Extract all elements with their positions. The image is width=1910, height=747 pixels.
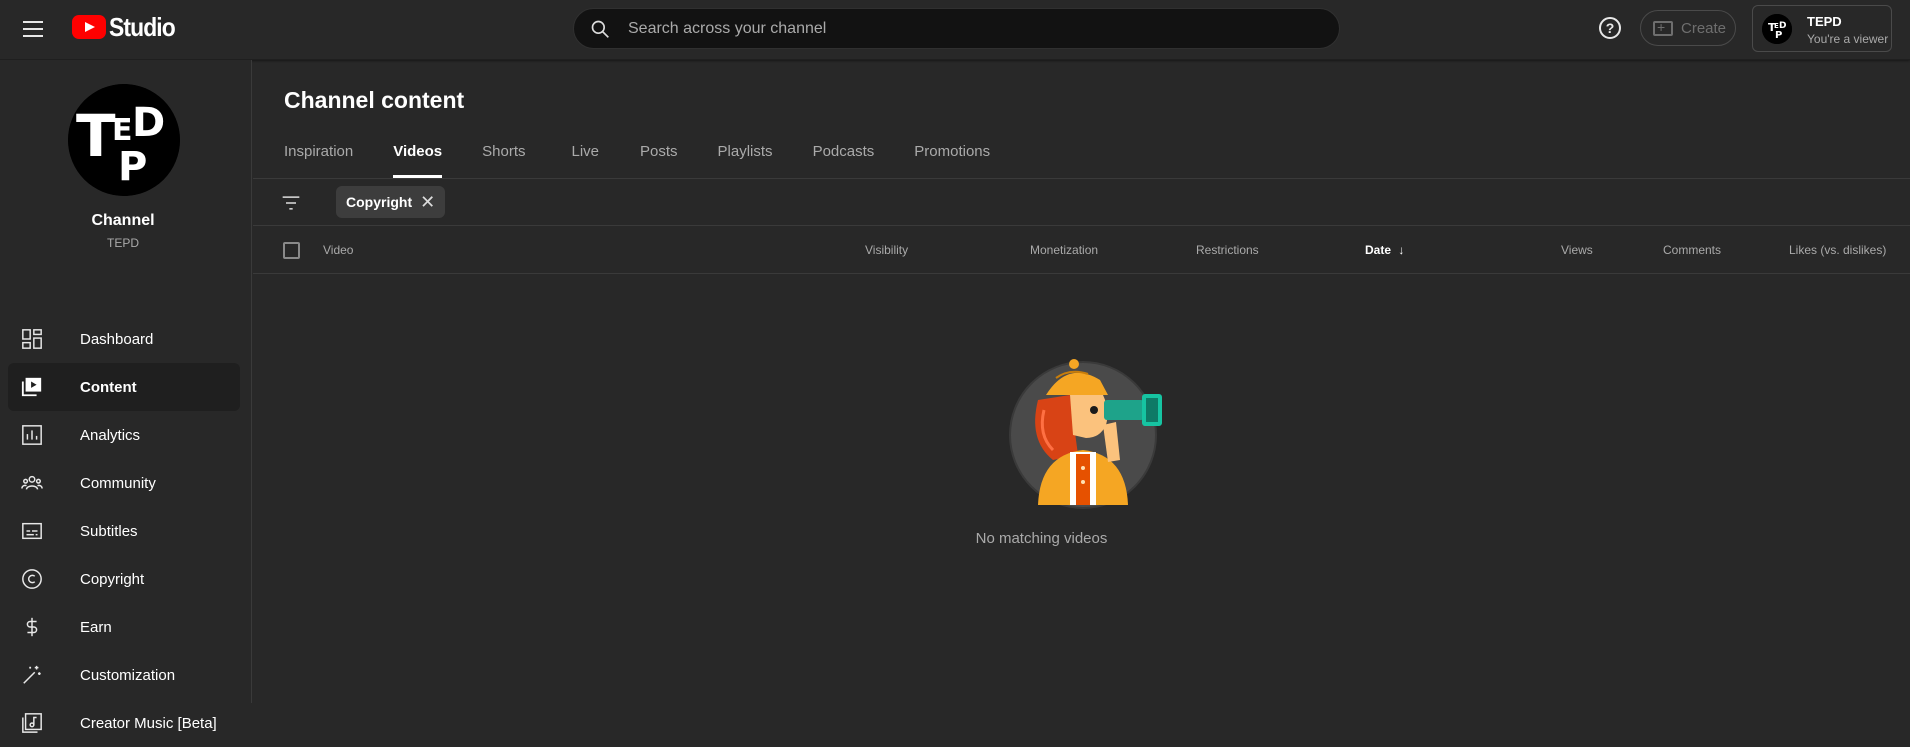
search-icon [591,20,609,38]
column-monetization[interactable]: Monetization [1030,243,1098,257]
sidebar-item-customization[interactable]: Customization [8,651,240,699]
arrow-down-icon: ↓ [1398,243,1405,257]
tab-inspiration[interactable]: Inspiration [284,138,353,178]
column-likes[interactable]: Likes (vs. dislikes) [1789,243,1886,257]
account-name: TEPD [1807,14,1842,29]
copyright-icon [20,567,44,591]
menu-icon[interactable] [22,17,46,41]
detective-illustration [1009,359,1162,509]
sidebar-item-earn[interactable]: Earn [8,603,240,651]
column-date[interactable]: Date ↓ [1365,243,1404,257]
app-title: Studio [109,11,176,42]
close-icon[interactable]: ✕ [420,193,435,211]
studio-logo[interactable]: Studio [72,11,184,42]
sidebar-item-label: Creator Music [Beta] [80,714,217,732]
tab-videos[interactable]: Videos [393,138,442,178]
empty-message: No matching videos [975,530,1108,547]
top-bar: Studio ? Create T E D P TEPD You're a vi… [0,0,1910,60]
youtube-play-icon [72,15,106,39]
filter-icon[interactable] [281,193,301,213]
column-views[interactable]: Views [1561,243,1593,257]
svg-text:D: D [132,100,165,146]
tab-podcasts[interactable]: Podcasts [813,138,875,178]
sidebar-item-subtitles[interactable]: Subtitles [8,507,240,555]
sidebar-item-label: Customization [80,666,176,684]
tab-shorts[interactable]: Shorts [482,138,525,178]
page-title: Channel content [284,87,465,113]
create-button[interactable]: Create [1640,10,1736,46]
search-input[interactable] [628,9,1318,48]
sidebar-item-analytics[interactable]: Analytics [8,411,240,459]
select-all-checkbox[interactable] [283,242,300,259]
sidebar-item-label: Analytics [80,426,141,444]
analytics-icon [20,423,44,447]
channel-handle: TEPD [106,236,139,250]
column-visibility[interactable]: Visibility [865,243,908,257]
dashboard-icon [20,327,44,351]
table-header: Video Visibility Monetization Restrictio… [253,226,1910,274]
filter-chip-copyright[interactable]: Copyright ✕ [336,186,446,218]
filter-chip-label: Copyright [346,194,413,210]
search-bar[interactable] [573,8,1340,49]
content-tabs: Inspiration Videos Shorts Live Posts Pla… [284,138,1030,178]
channel-avatar[interactable]: T E D P [68,84,180,196]
community-icon [20,471,44,495]
sidebar: T E D P Channel TEPD Dashboard Content A… [0,60,252,733]
sidebar-item-label: Dashboard [80,330,154,348]
svg-text:P: P [118,144,147,190]
tab-playlists[interactable]: Playlists [718,138,773,178]
sidebar-item-creator-music[interactable]: Creator Music [Beta] [8,699,240,747]
sidebar-item-label: Subtitles [80,522,138,540]
help-icon[interactable]: ? [1599,17,1621,39]
tab-posts[interactable]: Posts [640,138,678,178]
sidebar-item-label: Content [80,378,137,396]
sidebar-nav: Dashboard Content Analytics Community Su… [8,315,240,747]
sidebar-item-label: Community [80,474,156,492]
account-switcher[interactable]: T E D P TEPD You're a viewer [1752,5,1892,52]
earn-icon [20,615,44,639]
sidebar-item-label: Earn [80,618,112,636]
column-date-label: Date [1365,243,1392,257]
music-icon [20,711,44,735]
content-icon [20,375,44,399]
channel-title: Channel [91,212,155,229]
tab-live[interactable]: Live [572,138,600,178]
svg-text:T: T [76,102,116,170]
account-avatar: T E D P [1762,14,1792,44]
sidebar-item-dashboard[interactable]: Dashboard [8,315,240,363]
sidebar-item-community[interactable]: Community [8,459,240,507]
customization-icon [20,663,44,687]
create-label: Create [1681,19,1727,37]
column-restrictions[interactable]: Restrictions [1196,243,1259,257]
sidebar-item-copyright[interactable]: Copyright [8,555,240,603]
svg-text:E: E [112,113,133,148]
sidebar-item-label: Copyright [80,570,145,588]
column-comments[interactable]: Comments [1663,243,1721,257]
create-video-icon [1653,19,1673,36]
column-video: Video [323,243,354,257]
subtitles-icon [20,519,44,543]
sidebar-item-content[interactable]: Content [8,363,240,411]
account-role: You're a viewer [1807,32,1889,46]
filter-bar: Copyright ✕ [253,179,1910,226]
main-content: Channel content Inspiration Videos Short… [253,60,1910,703]
svg-text:P: P [1775,30,1782,41]
tab-promotions[interactable]: Promotions [914,138,990,178]
